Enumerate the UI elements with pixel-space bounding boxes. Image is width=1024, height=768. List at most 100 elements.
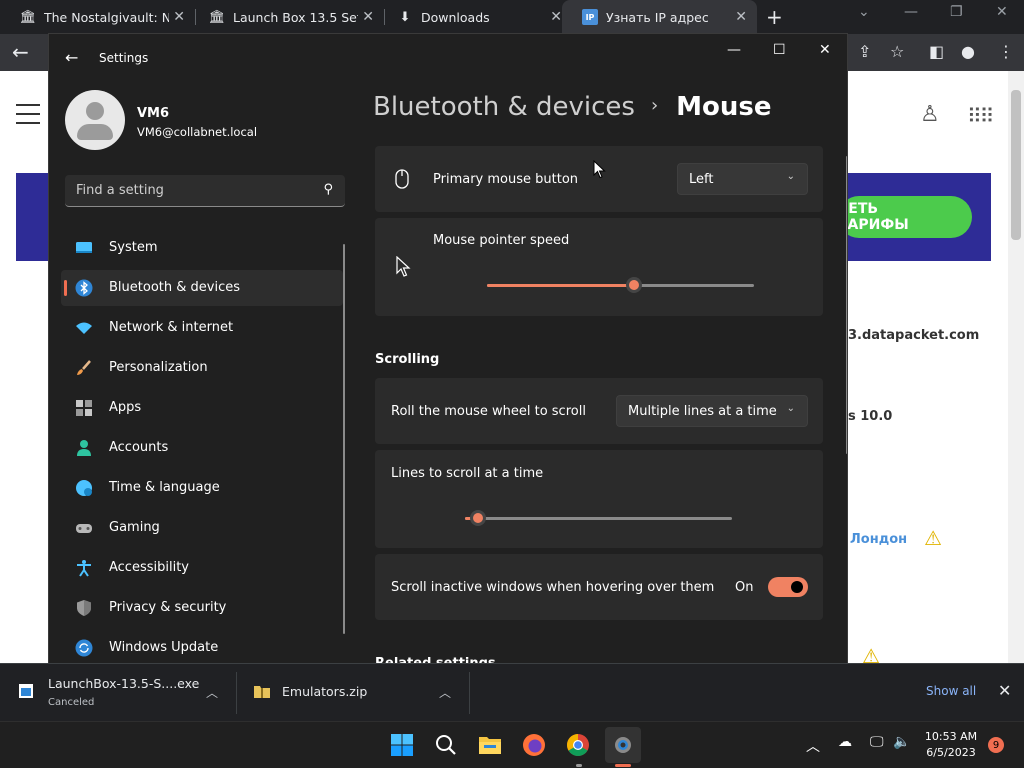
sidebar-item-time-language[interactable]: Time & language (61, 470, 343, 506)
search-icon[interactable]: ⚲ (323, 182, 333, 197)
sidebar-item-bluetooth[interactable]: Bluetooth & devices (61, 270, 343, 306)
notification-badge[interactable]: 9 (988, 737, 1004, 753)
mouse-icon (395, 169, 409, 189)
chevron-up-icon[interactable]: ︿ (206, 684, 218, 701)
user-icon[interactable]: ♙ (920, 102, 940, 127)
sidebar-item-privacy-security[interactable]: Privacy & security (61, 590, 343, 626)
lines-to-scroll-thumb[interactable] (470, 510, 487, 526)
download-item-launchbox[interactable]: LaunchBox-13.5-S....exe Canceled ︿ (0, 664, 236, 722)
apps-grid-icon[interactable]: ⠿⠿ (967, 104, 994, 128)
sidebar-item-network[interactable]: Network & internet (61, 310, 343, 346)
window-title: Settings (99, 51, 149, 65)
search-icon (436, 735, 456, 755)
network-icon[interactable]: 🖵 (870, 734, 884, 750)
roll-wheel-card: Roll the mouse wheel to scroll Multiple … (375, 378, 823, 444)
search-input[interactable]: Find a setting ⚲ (65, 175, 345, 207)
inactive-scroll-label: Scroll inactive windows when hovering ov… (391, 580, 715, 595)
tab-launchbox[interactable]: 🏛 Launch Box 13.5 Setup ✕ (189, 0, 384, 34)
volume-icon[interactable]: 🔈 (893, 734, 910, 750)
user-email: VM6@collabnet.local (137, 125, 258, 139)
lines-to-scroll-slider[interactable] (465, 517, 732, 520)
settings-app-button[interactable] (605, 727, 641, 763)
firefox-button[interactable] (521, 732, 547, 758)
file-explorer-button[interactable] (477, 732, 503, 758)
accounts-icon (77, 440, 91, 456)
tariffs-button[interactable]: РЕТЬ ТАРИФЫ (838, 196, 972, 238)
close-icon[interactable]: ✕ (998, 681, 1011, 700)
select-value: Left (689, 171, 714, 187)
show-all-link[interactable]: Show all (926, 684, 976, 698)
avatar[interactable] (65, 90, 125, 150)
back-arrow-icon[interactable]: ← (12, 40, 29, 64)
chevron-up-icon[interactable]: ︿ (439, 684, 451, 701)
lines-to-scroll-label: Lines to scroll at a time (391, 466, 544, 481)
close-icon[interactable]: ✕ (735, 9, 747, 25)
host-text: 3.datapacket.com (848, 328, 980, 343)
sidebar-item-gaming[interactable]: Gaming (61, 510, 343, 546)
search-button[interactable] (433, 732, 459, 758)
sidebar-item-apps[interactable]: Apps (61, 390, 343, 426)
sidebar-scrollbar[interactable] (343, 244, 345, 634)
content-scrollbar[interactable] (846, 156, 847, 454)
shield-icon (77, 600, 91, 616)
close-icon[interactable]: ✕ (819, 42, 831, 58)
tab-search-chevron-icon[interactable]: ⌄ (858, 4, 870, 20)
clock-time[interactable]: 10:53 AM (919, 730, 983, 743)
share-icon[interactable]: ⇪ (858, 42, 871, 61)
breadcrumb-separator: › (650, 95, 659, 116)
tab-ip-address[interactable]: IP Узнать IP адрес ✕ (562, 0, 757, 34)
roll-wheel-select[interactable]: Multiple lines at a time ⌄ (616, 395, 808, 427)
downloads-bar: LaunchBox-13.5-S....exe Canceled ︿ Emula… (0, 663, 1024, 721)
chevron-up-icon[interactable]: ︿ (806, 736, 820, 756)
tab-nostalgivault[interactable]: 🏛 The Nostalgivault: Nick ✕ (0, 0, 195, 34)
bookmark-star-icon[interactable]: ☆ (890, 42, 904, 61)
clock-date[interactable]: 6/5/2023 (919, 746, 983, 759)
pointer-speed-label: Mouse pointer speed (433, 233, 570, 248)
sidebar-item-accessibility[interactable]: Accessibility (61, 550, 343, 586)
pointer-speed-thumb[interactable] (625, 277, 642, 293)
apps-icon (76, 400, 92, 416)
zip-file-icon (254, 686, 270, 698)
close-icon[interactable]: ✕ (362, 9, 374, 25)
new-tab-button[interactable]: + (766, 5, 783, 29)
page-scrollbar-thumb[interactable] (1011, 90, 1021, 240)
side-panel-icon[interactable]: ◧ (929, 42, 944, 61)
primary-button-select[interactable]: Left ⌄ (677, 163, 808, 195)
download-item-emulators[interactable]: Emulators.zip ︿ (237, 664, 469, 722)
start-button[interactable] (389, 732, 415, 758)
restore-icon[interactable]: ❐ (950, 4, 963, 20)
hamburger-menu-icon[interactable] (16, 104, 40, 131)
minimize-icon[interactable]: — (727, 42, 741, 58)
maximize-icon[interactable]: ☐ (773, 42, 786, 58)
sidebar-item-label: Accessibility (109, 560, 189, 575)
close-window-icon[interactable]: ✕ (996, 4, 1008, 20)
close-icon[interactable]: ✕ (550, 9, 562, 25)
tab-downloads[interactable]: ⬇ Downloads ✕ (377, 0, 572, 34)
sidebar-item-personalization[interactable]: Personalization (61, 350, 343, 386)
primary-button-card: Primary mouse button Left ⌄ (375, 146, 823, 212)
tab-title: Launch Box 13.5 Setup (233, 9, 358, 25)
ip-icon: IP (582, 9, 598, 25)
chrome-button[interactable] (565, 732, 591, 758)
sidebar-item-label: Bluetooth & devices (109, 280, 240, 295)
menu-icon[interactable]: ⋮ (998, 42, 1014, 61)
chrome-icon (567, 734, 589, 756)
profile-icon[interactable]: ● (961, 42, 975, 61)
museum-icon: 🏛 (208, 9, 226, 25)
back-arrow-icon[interactable]: ← (65, 48, 78, 67)
sidebar-item-accounts[interactable]: Accounts (61, 430, 343, 466)
inactive-scroll-card: Scroll inactive windows when hovering ov… (375, 554, 823, 620)
settings-window: ← Settings — ☐ ✕ VM6 VM6@collabnet.local… (48, 33, 848, 665)
sidebar-item-system[interactable]: System (61, 230, 343, 266)
inactive-scroll-toggle[interactable] (768, 577, 808, 597)
version-text: s 10.0 (848, 409, 893, 424)
sidebar-item-windows-update[interactable]: Windows Update (61, 630, 343, 664)
update-icon (75, 639, 93, 657)
toggle-state: On (735, 580, 754, 595)
minimize-icon[interactable]: — (904, 4, 918, 20)
cloud-icon[interactable]: ☁ (838, 734, 852, 750)
bluetooth-icon (75, 279, 93, 297)
active-indicator (64, 280, 67, 296)
breadcrumb-parent[interactable]: Bluetooth & devices (373, 92, 635, 122)
close-icon[interactable]: ✕ (173, 9, 185, 25)
